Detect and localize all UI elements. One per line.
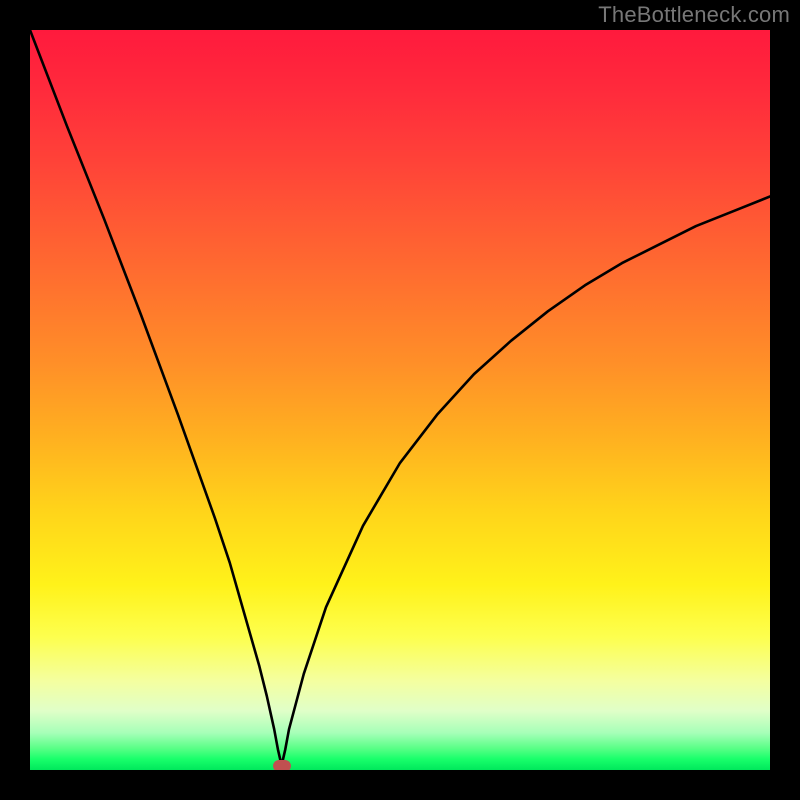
bottleneck-curve — [30, 30, 770, 770]
watermark-text: TheBottleneck.com — [598, 2, 790, 28]
chart-frame: TheBottleneck.com — [0, 0, 800, 800]
optimum-marker — [273, 760, 291, 770]
plot-area — [30, 30, 770, 770]
